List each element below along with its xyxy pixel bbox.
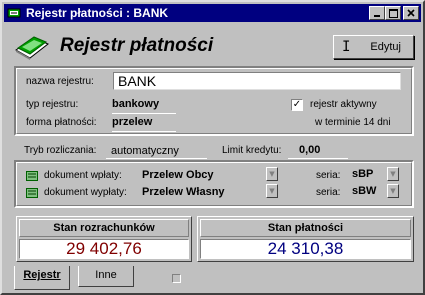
- payments-heading: Stan płatności: [200, 219, 411, 237]
- credit-limit-underline: [288, 158, 348, 159]
- tab-inne[interactable]: Inne: [78, 266, 134, 287]
- payment-form-underline: [112, 131, 176, 132]
- payment-form-label: forma płatności:: [26, 117, 97, 128]
- tab-rejestr-label: Rejestr: [23, 269, 61, 281]
- window-title: Rejestr płatności : BANK: [26, 6, 169, 20]
- payments-panel: Stan płatności 24 310,38: [197, 216, 414, 262]
- payments-value: 24 310,38: [200, 239, 411, 259]
- deposit-doc-dropdown[interactable]: ▼: [266, 167, 278, 181]
- payment-term-text: w terminie 14 dni: [315, 117, 391, 128]
- withdrawal-doc-label: dokument wypłaty:: [44, 187, 127, 198]
- register-name-field[interactable]: BANK: [113, 72, 401, 90]
- app-icon[interactable]: [7, 6, 21, 20]
- deposit-doc-combo[interactable]: Przelew Obcy: [142, 167, 214, 182]
- minimize-button[interactable]: [369, 6, 385, 20]
- withdrawal-series-value[interactable]: sBW: [352, 185, 376, 197]
- settlement-mode-underline: [106, 158, 207, 159]
- withdrawal-doc-combo[interactable]: Przelew Własny: [142, 184, 225, 199]
- close-button[interactable]: [403, 6, 419, 20]
- withdrawal-series-label: seria:: [316, 187, 341, 198]
- text-cursor-icon: I: [342, 39, 351, 55]
- balance-panel: Stan rozrachunków 29 402,76: [16, 216, 192, 262]
- document-icon: [26, 171, 38, 181]
- edit-button[interactable]: I Edytuj: [333, 35, 414, 59]
- maximize-button[interactable]: [385, 6, 401, 20]
- tab-rejestr[interactable]: Rejestr: [14, 266, 70, 290]
- withdrawal-doc-value: Przelew Własny: [142, 185, 225, 198]
- documents-panel: dokument wpłaty: Przelew Obcy ▼ seria: s…: [14, 160, 414, 208]
- page-title: Rejestr płatności: [60, 35, 214, 56]
- register-type-label: typ rejestru:: [26, 99, 79, 110]
- register-name-label: nazwa rejestru:: [26, 76, 94, 87]
- credit-limit-label: Limit kredytu:: [222, 145, 282, 156]
- withdrawal-series-dropdown[interactable]: ▼: [387, 184, 399, 198]
- deposit-series-value[interactable]: sBP: [352, 168, 373, 180]
- settlement-mode-value: automatyczny: [111, 145, 179, 157]
- register-active-label: rejestr aktywny: [310, 99, 377, 110]
- money-transfer-icon: [14, 32, 50, 60]
- balance-value: 29 402,76: [19, 239, 189, 259]
- title-bar[interactable]: Rejestr płatności : BANK: [4, 4, 421, 22]
- register-type-underline: [112, 113, 176, 114]
- document-icon: [26, 188, 38, 198]
- withdrawal-doc-dropdown[interactable]: ▼: [266, 184, 278, 198]
- settlement-mode-label: Tryb rozliczania:: [24, 145, 97, 156]
- deposit-doc-value: Przelew Obcy: [142, 168, 214, 181]
- register-info-panel: nazwa rejestru: BANK typ rejestru: banko…: [14, 66, 414, 136]
- tab-inne-label: Inne: [95, 269, 117, 281]
- edit-button-label: Edytuj: [370, 41, 401, 53]
- tab-bar: Rejestr Inne: [4, 266, 421, 291]
- register-active-checkbox[interactable]: ✓: [291, 99, 303, 111]
- deposit-series-label: seria:: [316, 170, 341, 181]
- credit-limit-value: 0,00: [299, 144, 321, 156]
- register-type-value: bankowy: [112, 98, 160, 110]
- tab-scroll-indicator[interactable]: [172, 274, 181, 283]
- register-window: Rejestr płatności : BANK Rejestr płatnoś…: [0, 0, 425, 295]
- deposit-doc-label: dokument wpłaty:: [44, 170, 122, 181]
- balance-heading: Stan rozrachunków: [19, 219, 189, 237]
- payment-form-value: przelew: [112, 116, 153, 128]
- deposit-series-dropdown[interactable]: ▼: [387, 167, 399, 181]
